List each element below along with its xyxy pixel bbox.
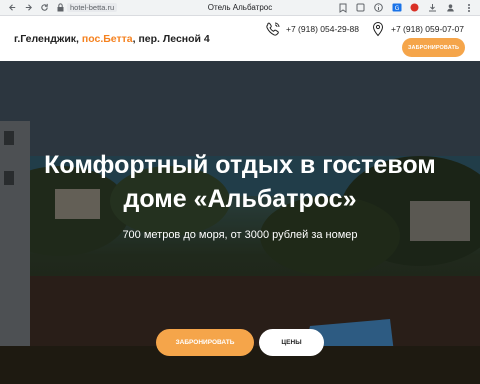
hero-subtitle: 700 метров до моря, от 3000 рублей за но… <box>122 229 358 241</box>
info-icon[interactable] <box>373 2 384 13</box>
address-suffix: , пер. Лесной 4 <box>132 33 210 45</box>
hero-section: Комфортный отдых в гостевом доме «Альбат… <box>0 61 480 384</box>
address-bar[interactable]: hotel-betta.ru <box>67 3 118 12</box>
forward-icon[interactable] <box>22 2 34 14</box>
menu-icon[interactable] <box>463 2 474 13</box>
bookmark-icon[interactable] <box>337 2 348 13</box>
download-icon[interactable] <box>427 2 438 13</box>
extension-icon[interactable] <box>355 2 366 13</box>
site-header: г.Геленджик, пос.Бетта, пер. Лесной 4 +7… <box>0 16 480 61</box>
hero-prices-button[interactable]: Цены <box>259 329 324 356</box>
phone-block-1[interactable]: +7 (918) 054-29-88 <box>265 21 359 37</box>
phone-icon <box>266 22 280 36</box>
profile-icon[interactable] <box>445 2 456 13</box>
hero-title: Комфортный отдых в гостевом доме «Альбат… <box>0 148 480 216</box>
hero-book-button[interactable]: Забронировать <box>156 329 254 356</box>
adblock-icon[interactable] <box>409 2 420 13</box>
hero-title-line-1: Комфортный отдых в гостевом <box>44 151 436 179</box>
map-pin-icon <box>372 21 384 37</box>
reload-icon[interactable] <box>38 2 50 14</box>
hero-title-line-2: доме «Альбатрос» <box>123 185 357 213</box>
phone-block-2[interactable]: +7 (918) 059-07-07 <box>370 21 464 37</box>
address-prefix: г.Геленджик, <box>14 33 82 45</box>
svg-text:G: G <box>394 5 399 12</box>
translate-icon[interactable]: G <box>391 2 402 13</box>
header-book-button[interactable]: Забронировать <box>402 38 465 57</box>
lock-icon[interactable] <box>56 3 64 13</box>
address-village: пос.Бетта <box>81 33 133 45</box>
hotel-address: г.Геленджик, пос.Бетта, пер. Лесной 4 <box>14 33 210 45</box>
back-icon[interactable] <box>6 2 18 14</box>
browser-toolbar: hotel-betta.ru Отель Альбатрос G <box>0 0 480 16</box>
phone-number-1[interactable]: +7 (918) 054-29-88 <box>286 24 359 34</box>
phone-number-2[interactable]: +7 (918) 059-07-07 <box>391 24 464 34</box>
